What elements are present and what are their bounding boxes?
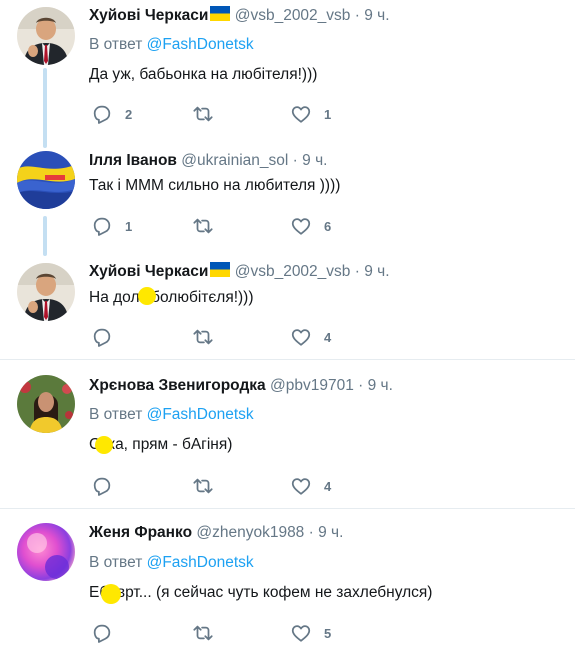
author-handle[interactable]: @vsb_2002_vsb bbox=[235, 7, 351, 24]
author-handle[interactable]: @pbv19701 bbox=[270, 377, 354, 394]
ukraine-flag-icon bbox=[210, 262, 230, 277]
author-name[interactable]: Хрєнова Звенигородка bbox=[89, 377, 266, 394]
reply-icon bbox=[91, 215, 113, 237]
retweet-button[interactable] bbox=[191, 215, 227, 237]
tweet[interactable]: Женя Франко @zhenyok1988 · 9 ч. В ответ … bbox=[0, 509, 575, 645]
author-handle[interactable]: @zhenyok1988 bbox=[196, 524, 304, 541]
reply-button[interactable]: 1 bbox=[91, 215, 132, 237]
reply-prefix: В ответ bbox=[89, 554, 143, 571]
retweet-icon bbox=[191, 103, 215, 125]
author-handle[interactable]: @ukrainian_sol bbox=[181, 152, 288, 169]
timestamp[interactable]: 9 ч. bbox=[364, 263, 389, 280]
like-button[interactable]: 5 bbox=[290, 622, 331, 644]
timestamp[interactable]: 9 ч. bbox=[364, 7, 389, 24]
tweet[interactable]: Хуйові Черкаси @vsb_2002_vsb · 9 ч. В от… bbox=[0, 0, 575, 148]
reply-prefix: В ответ bbox=[89, 406, 143, 423]
like-count: 5 bbox=[324, 625, 332, 641]
reply-icon bbox=[91, 103, 113, 125]
tweet-text: Да уж, бабьонка на любітеля!))) bbox=[89, 66, 318, 83]
tweet[interactable]: Хуйові Черкаси @vsb_2002_vsb · 9 ч. На д… bbox=[0, 256, 575, 359]
reply-button[interactable]: 2 bbox=[91, 103, 132, 125]
like-button[interactable]: 4 bbox=[290, 475, 331, 497]
reply-icon bbox=[91, 326, 113, 348]
redaction-mark bbox=[95, 436, 113, 454]
retweet-button[interactable] bbox=[191, 103, 227, 125]
reply-context: В ответ @FashDonetsk bbox=[89, 553, 254, 573]
action-bar: 4 bbox=[91, 475, 391, 497]
author-name[interactable]: Ілля Іванов bbox=[89, 152, 177, 169]
retweet-icon bbox=[191, 215, 215, 237]
heart-icon bbox=[290, 215, 312, 237]
timestamp[interactable]: 9 ч. bbox=[302, 152, 327, 169]
reply-icon bbox=[91, 475, 113, 497]
tweet[interactable]: Хрєнова Звенигородка @pbv19701 · 9 ч. В … bbox=[0, 360, 575, 508]
reply-to-link[interactable]: @FashDonetsk bbox=[147, 36, 254, 53]
like-button[interactable]: 6 bbox=[290, 215, 331, 237]
separator-dot: · bbox=[358, 377, 364, 394]
retweet-button[interactable] bbox=[191, 326, 227, 348]
author-handle[interactable]: @vsb_2002_vsb bbox=[235, 263, 351, 280]
like-count: 6 bbox=[324, 218, 332, 234]
retweet-icon bbox=[191, 475, 215, 497]
like-count: 1 bbox=[324, 106, 332, 122]
reply-count: 1 bbox=[125, 218, 133, 234]
avatar[interactable] bbox=[17, 151, 75, 209]
tweet-text: Еб#врт... (я сейчас чуть кофем не захлеб… bbox=[89, 584, 433, 601]
heart-icon bbox=[290, 622, 312, 644]
retweet-icon bbox=[191, 326, 215, 348]
heart-icon bbox=[290, 326, 312, 348]
reply-icon bbox=[91, 622, 113, 644]
action-bar: 2 1 bbox=[91, 103, 391, 125]
avatar[interactable] bbox=[17, 523, 75, 581]
timestamp[interactable]: 9 ч. bbox=[318, 524, 343, 541]
action-bar: 1 6 bbox=[91, 215, 391, 237]
retweet-button[interactable] bbox=[191, 622, 227, 644]
redaction-mark bbox=[101, 584, 121, 604]
tweet-text: Так і МММ сильно на любителя )))) bbox=[89, 177, 341, 194]
reply-to-link[interactable]: @FashDonetsk bbox=[147, 406, 254, 423]
author-name[interactable]: Хуйові Черкаси bbox=[89, 263, 208, 280]
redaction-mark bbox=[138, 287, 156, 305]
reply-button[interactable] bbox=[91, 475, 125, 497]
heart-icon bbox=[290, 475, 312, 497]
avatar[interactable] bbox=[17, 375, 75, 433]
like-button[interactable]: 4 bbox=[290, 326, 331, 348]
action-bar: 5 bbox=[91, 622, 391, 644]
retweet-icon bbox=[191, 622, 215, 644]
avatar[interactable] bbox=[17, 7, 75, 65]
separator-dot: · bbox=[308, 524, 314, 541]
author-name[interactable]: Женя Франко bbox=[89, 524, 192, 541]
like-count: 4 bbox=[324, 478, 332, 494]
reply-prefix: В ответ bbox=[89, 36, 143, 53]
action-bar: 4 bbox=[91, 326, 391, 348]
reply-button[interactable] bbox=[91, 622, 125, 644]
heart-icon bbox=[290, 103, 312, 125]
reply-to-link[interactable]: @FashDonetsk bbox=[147, 554, 254, 571]
retweet-button[interactable] bbox=[191, 475, 227, 497]
separator-dot: · bbox=[354, 263, 360, 280]
like-button[interactable]: 1 bbox=[290, 103, 331, 125]
reply-context: В ответ @FashDonetsk bbox=[89, 405, 254, 425]
separator-dot: · bbox=[354, 7, 360, 24]
reply-context: В ответ @FashDonetsk bbox=[89, 35, 254, 55]
author-name[interactable]: Хуйові Черкаси bbox=[89, 7, 208, 24]
reply-count: 2 bbox=[125, 106, 133, 122]
like-count: 4 bbox=[324, 329, 332, 345]
tweet-text: На долюболюбітєля!))) bbox=[89, 289, 254, 306]
tweet[interactable]: Ілля Іванов @ukrainian_sol · 9 ч. Так і … bbox=[0, 148, 575, 256]
separator-dot: · bbox=[292, 152, 298, 169]
timestamp[interactable]: 9 ч. bbox=[368, 377, 393, 394]
ukraine-flag-icon bbox=[210, 6, 230, 21]
avatar[interactable] bbox=[17, 263, 75, 321]
reply-button[interactable] bbox=[91, 326, 125, 348]
